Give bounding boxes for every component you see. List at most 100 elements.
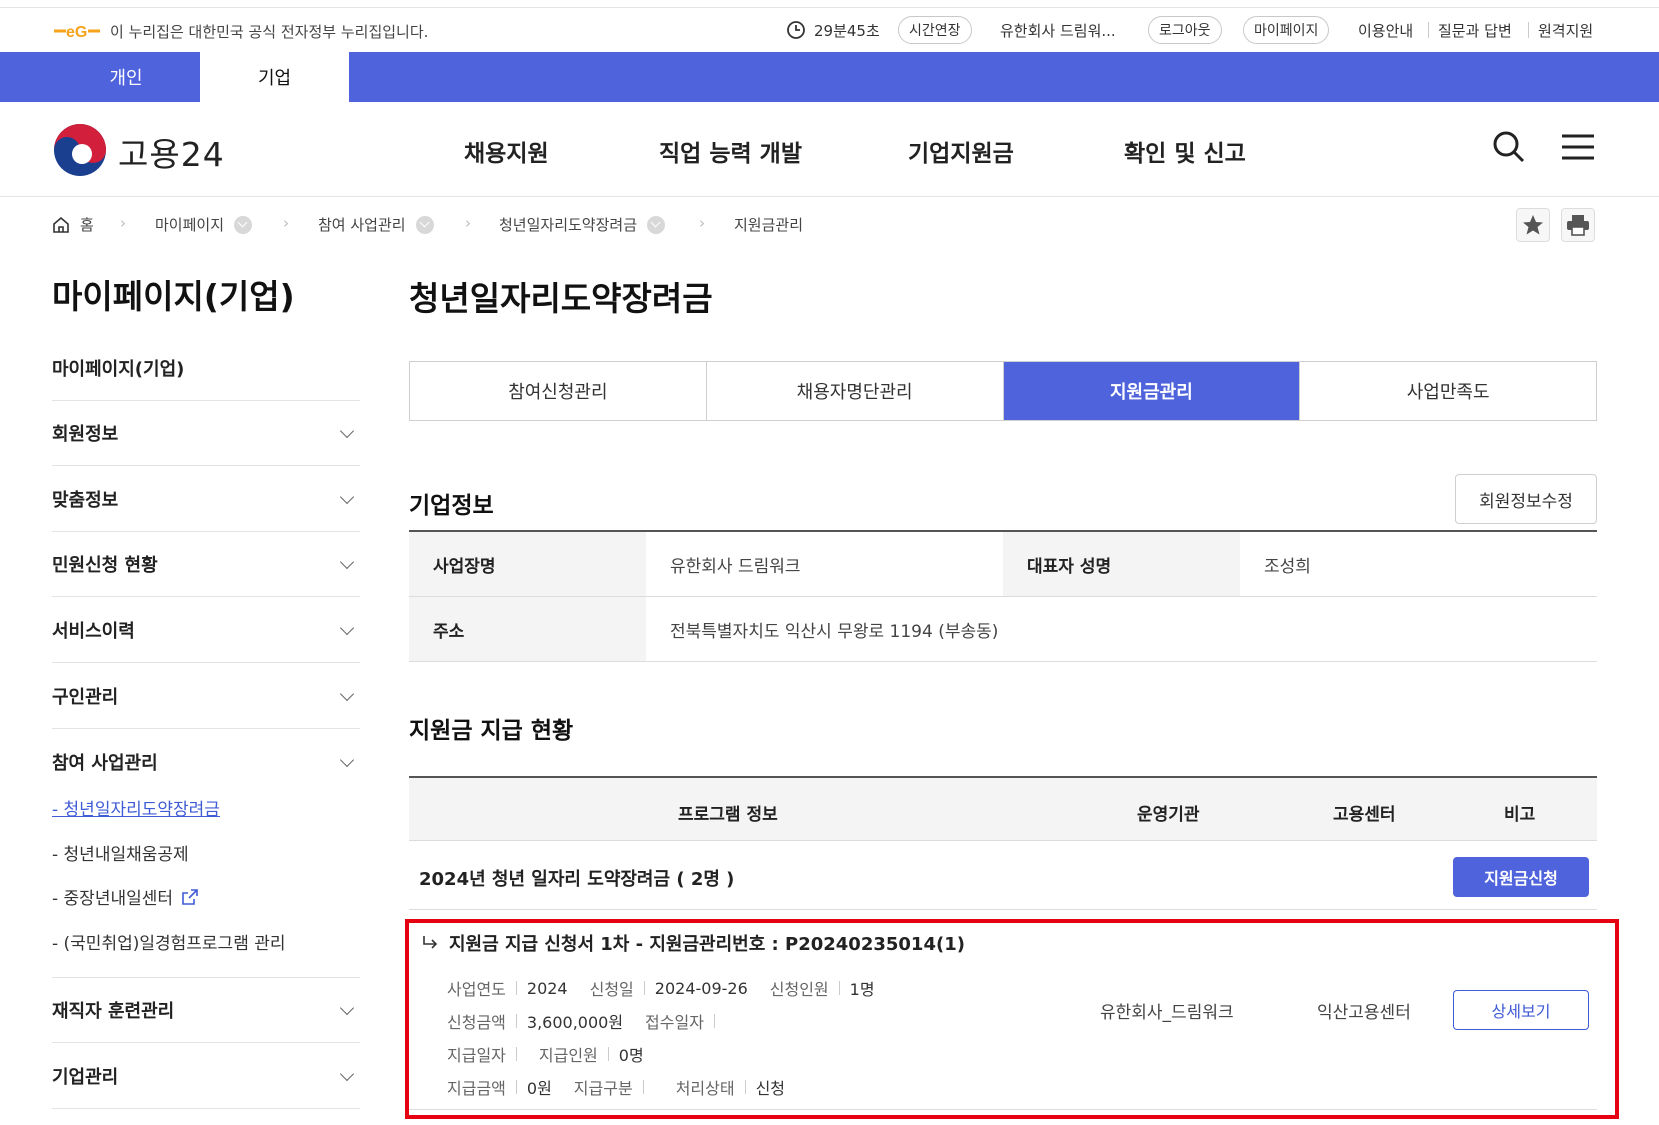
extend-session-button[interactable]: 시간연장 xyxy=(898,16,972,44)
payment-status-heading: 지원금 지급 현황 xyxy=(409,718,574,744)
pay-amount-label: 지급금액 xyxy=(447,1079,506,1098)
breadcrumb-label: 마이페이지 xyxy=(155,216,225,234)
print-button[interactable] xyxy=(1561,208,1595,242)
logout-button[interactable]: 로그아웃 xyxy=(1148,16,1222,44)
nav-skills[interactable]: 직업 능력 개발 xyxy=(659,134,802,168)
sidebar-item-company-mgmt[interactable]: 기업관리 xyxy=(52,1044,360,1109)
chevron-down-icon[interactable] xyxy=(234,215,253,234)
remote-support-link[interactable]: 원격지원 xyxy=(1538,16,1593,44)
gov-banner-text: 이 누리집은 대한민국 공식 전자정부 누리집입니다. xyxy=(110,23,429,41)
detail-line-3: 지급일자 지급인원 0명 xyxy=(447,1042,644,1066)
ceo-value: 조성희 xyxy=(1264,556,1311,577)
sidebar-item-recruit-mgmt[interactable]: 구인관리 xyxy=(52,664,360,729)
breadcrumb-label: 홈 xyxy=(80,216,94,234)
sidebar-item-label: 서비스이력 xyxy=(52,621,135,642)
apply-people-value: 1명 xyxy=(849,980,875,999)
breadcrumb-participation[interactable]: 참여 사업관리 xyxy=(318,214,434,235)
mypage-button[interactable]: 마이페이지 xyxy=(1243,16,1330,44)
sidebar-item-custom-info[interactable]: 맞춤정보 xyxy=(52,467,360,532)
edit-member-info-button[interactable]: 회원정보수정 xyxy=(1455,474,1597,524)
status-value: 신청 xyxy=(755,1079,786,1098)
sidebar-item-label: 재직자 훈련관리 xyxy=(52,1001,175,1022)
sidebar-subitem-label: - 중장년내일센터 xyxy=(52,889,174,909)
chevron-right-icon: › xyxy=(465,214,471,232)
view-detail-button[interactable]: 상세보기 xyxy=(1453,990,1589,1030)
breadcrumb-label: 참여 사업관리 xyxy=(318,216,406,234)
taegeuk-logo-icon[interactable] xyxy=(52,122,108,178)
search-icon[interactable] xyxy=(1492,130,1526,164)
chevron-down-icon xyxy=(339,620,355,636)
chevron-right-icon: › xyxy=(120,214,126,232)
gov-utility-bar: eG 이 누리집은 대한민국 공식 전자정부 누리집입니다. 29분45초 시간… xyxy=(0,8,1659,52)
sidebar-item-label: 기업관리 xyxy=(52,1067,119,1088)
pay-type-label: 지급구분 xyxy=(573,1079,633,1098)
detail-line-2: 신청금액 3,600,000원 접수일자 xyxy=(447,1009,725,1033)
pay-people-label: 지급인원 xyxy=(538,1046,598,1065)
breadcrumb-home[interactable]: 홈 xyxy=(52,214,94,235)
chevron-down-icon xyxy=(339,1066,355,1082)
pay-people-value: 0명 xyxy=(618,1046,644,1065)
column-header: 프로그램 정보 xyxy=(678,805,778,825)
clock-icon xyxy=(787,21,805,39)
detail-line-4: 지급금액 0원 지급구분 처리상태 신청 xyxy=(447,1075,785,1099)
tab-personal[interactable]: 개인 xyxy=(52,52,200,102)
sidebar-item-label: 마이페이지(기업) xyxy=(52,359,185,380)
sidebar-item-mypage[interactable]: 마이페이지(기업) xyxy=(52,336,360,401)
sidebar-item-participation[interactable]: 참여 사업관리 xyxy=(52,729,360,794)
site-logo-text[interactable]: 고용24 xyxy=(118,128,225,176)
program-row: 2024년 청년 일자리 도약장려금 ( 2명 ) 지원금신청 xyxy=(409,841,1597,910)
sidebar-subitem-work-experience[interactable]: - (국민취업)일경험프로그램 관리 xyxy=(52,929,286,954)
qna-link[interactable]: 질문과 답변 xyxy=(1438,16,1512,44)
sidebar-item-member-info[interactable]: 회원정보 xyxy=(52,401,360,466)
top-divider xyxy=(0,0,1659,8)
pay-amount-value: 0원 xyxy=(526,1079,552,1098)
company-name-value: 유한회사 드림워크 xyxy=(670,556,801,577)
apply-people-label: 신청인원 xyxy=(769,980,829,999)
sidebar-item-petition-status[interactable]: 민원신청 현황 xyxy=(52,532,360,597)
nav-subsidy[interactable]: 기업지원금 xyxy=(908,134,1014,168)
menu-icon[interactable] xyxy=(1560,130,1596,164)
sidebar-subitem-youth-savings[interactable]: - 청년내일채움공제 xyxy=(52,840,189,865)
sidebar-item-training-mgmt[interactable]: 재직자 훈련관리 xyxy=(52,978,360,1043)
application-title-text: 지원금 지급 신청서 1차 - 지원금관리번호 : P20240235014(1… xyxy=(449,934,965,955)
chevron-down-icon[interactable] xyxy=(647,215,666,234)
user-name: 유한회사 드림워... xyxy=(1000,21,1116,40)
address-value: 전북특별자치도 익산시 무왕로 1194 (부송동) xyxy=(670,621,999,642)
util-divider xyxy=(1428,22,1429,38)
tab-hire-list[interactable]: 채용자명단관리 xyxy=(707,362,1004,420)
sidebar-subitem-midcareer-center[interactable]: - 중장년내일센터 xyxy=(52,884,199,909)
breadcrumb-label: 지원금관리 xyxy=(734,216,804,234)
breadcrumb-youth-program[interactable]: 청년일자리도약장려금 xyxy=(499,214,666,235)
bookmark-button[interactable] xyxy=(1516,208,1550,242)
util-divider xyxy=(1528,22,1529,38)
year-value: 2024 xyxy=(526,978,568,998)
tab-participation-apply[interactable]: 참여신청관리 xyxy=(410,362,707,420)
apply-date-label: 신청일 xyxy=(589,980,634,999)
apply-subsidy-button[interactable]: 지원금신청 xyxy=(1453,857,1589,897)
tab-satisfaction[interactable]: 사업만족도 xyxy=(1300,362,1596,420)
svg-text:eG: eG xyxy=(66,24,87,40)
tab-business[interactable]: 기업 xyxy=(200,52,349,102)
nav-recruit[interactable]: 채용지원 xyxy=(464,134,549,168)
apply-amount-label: 신청금액 xyxy=(447,1013,506,1032)
program-title: 2024년 청년 일자리 도약장려금 ( 2명 ) xyxy=(419,869,735,890)
chevron-right-icon: › xyxy=(283,214,289,232)
status-label: 처리상태 xyxy=(675,1079,735,1098)
sidebar-subitem-youth-program[interactable]: - 청년일자리도약장려금 xyxy=(52,795,220,820)
chevron-down-icon xyxy=(339,423,355,439)
tab-subsidy-mgmt[interactable]: 지원금관리 xyxy=(1003,362,1301,420)
sidebar-item-service-history[interactable]: 서비스이력 xyxy=(52,598,360,663)
chevron-down-icon xyxy=(339,752,355,767)
nav-confirm-report[interactable]: 확인 및 신고 xyxy=(1124,134,1246,168)
breadcrumb-mypage[interactable]: 마이페이지 xyxy=(155,214,253,235)
breadcrumb-label: 청년일자리도약장려금 xyxy=(499,216,638,234)
application-title: 지원금 지급 신청서 1차 - 지원금관리번호 : P20240235014(1… xyxy=(421,930,965,956)
chevron-down-icon xyxy=(339,489,355,505)
address-label: 주소 xyxy=(409,597,646,661)
sidebar-item-label: 구인관리 xyxy=(52,687,119,708)
guide-link[interactable]: 이용안내 xyxy=(1358,16,1413,44)
chevron-down-icon[interactable] xyxy=(415,215,434,234)
timer-text: 29분45초 xyxy=(814,21,880,40)
sidebar-item-label: 맞춤정보 xyxy=(52,490,119,511)
chevron-down-icon xyxy=(339,554,355,570)
